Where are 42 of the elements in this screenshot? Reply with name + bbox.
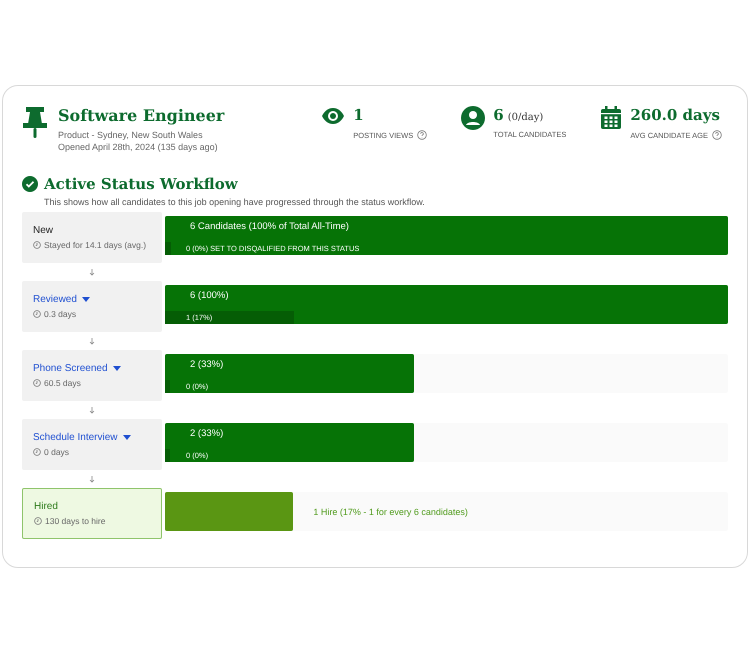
help-icon[interactable] bbox=[417, 130, 428, 140]
stage-name: New bbox=[33, 225, 54, 236]
stage-name[interactable]: Schedule Interview bbox=[33, 432, 118, 443]
clock-icon bbox=[33, 241, 41, 249]
arrow-down-icon bbox=[89, 406, 95, 414]
candidate-count: 2 (33%) bbox=[189, 358, 224, 370]
stage-name[interactable]: Reviewed bbox=[33, 294, 77, 305]
job-location: Product - Sydney, New South Wales bbox=[58, 129, 204, 141]
clock-icon bbox=[33, 448, 41, 456]
stat-value: 260.0 days bbox=[630, 106, 721, 124]
check-circle-icon bbox=[22, 176, 38, 192]
section-description: This shows how all candidates to this job opening have progressed through the status workflow. bbox=[44, 197, 426, 207]
candidate-count: 6 Candidates (100% of Total All-Time) bbox=[189, 220, 350, 232]
stage-name[interactable]: Phone Screened bbox=[33, 363, 108, 374]
stage-name: Hired bbox=[34, 501, 58, 512]
candidate-count: 6 (100%) bbox=[189, 289, 230, 301]
opened-date: Opened April 28th, 2024 (135 days ago) bbox=[58, 141, 219, 153]
stage-time: 60.5 days bbox=[44, 378, 81, 388]
job-title: Software Engineer bbox=[58, 106, 224, 125]
hire-summary: 1 Hire (17% - 1 for every 6 candidates) bbox=[313, 507, 468, 517]
arrow-down-icon bbox=[89, 338, 95, 344]
clock-icon bbox=[33, 310, 41, 318]
caret-icon[interactable] bbox=[112, 366, 121, 371]
caret-icon[interactable] bbox=[122, 435, 130, 440]
eye-icon bbox=[321, 106, 346, 126]
stat-value: 6 (0/day) bbox=[493, 106, 544, 124]
stage-time: 0.3 days bbox=[44, 309, 76, 319]
arrow-down-icon bbox=[89, 476, 95, 482]
section-title: Active Status Workflow bbox=[44, 175, 238, 193]
user-icon bbox=[461, 106, 486, 130]
stat-value: 1 bbox=[353, 106, 365, 124]
stage-time: Stayed for 14.1 days (avg.) bbox=[44, 240, 146, 250]
pushpin-icon bbox=[22, 106, 48, 140]
help-icon[interactable] bbox=[712, 130, 722, 140]
arrow-down-icon bbox=[89, 268, 95, 276]
stage-time: 130 days to hire bbox=[45, 516, 106, 526]
caret-icon[interactable] bbox=[82, 297, 90, 302]
clock-icon bbox=[33, 379, 41, 387]
candidate-count: 2 (33%) bbox=[189, 427, 224, 439]
stage-time: 0 days bbox=[44, 447, 70, 457]
clock-icon bbox=[34, 517, 42, 525]
calendar-icon bbox=[600, 106, 622, 130]
